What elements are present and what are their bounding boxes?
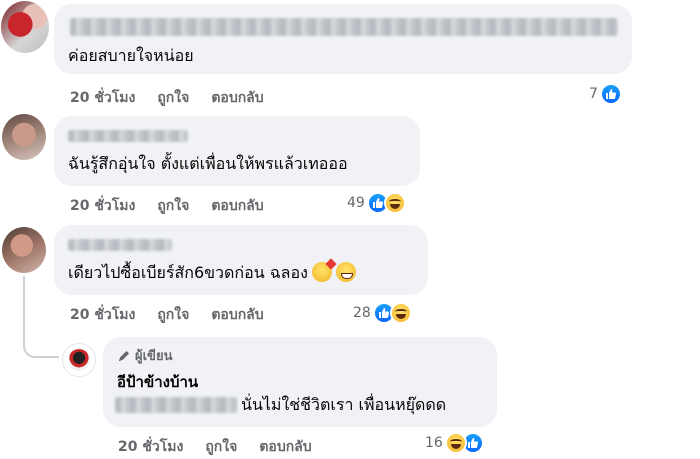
comment-bubble: เดียวไปซื้อเบียร์สัก6ขวดก่อน ฉลอง [54,225,428,295]
comment-bubble: ค่อยสบายใจหน่อย [54,4,632,74]
haha-icon [383,192,406,214]
comment-actions: 20 ชั่วโมง ถูกใจ ตอบกลับ [70,87,286,109]
like-action[interactable]: ถูกใจ [157,87,189,109]
author-logo-icon [68,349,90,371]
author-avatar[interactable] [62,343,96,377]
reply-text: นั่นไม่ใช่ชีวิตเรา เพื่อนหยุ๊ดดด [241,395,447,414]
haha-icon [389,302,412,324]
reply-action[interactable]: ตอบกลับ [259,436,311,458]
commenter-avatar[interactable] [1,1,49,53]
reply-bubble: ผู้เขียน อีป้าข้างบ้าน นั่นไม่ใช่ชีวิตเร… [103,337,497,427]
reaction-count: 16 [425,435,443,451]
comment-time[interactable]: 20 ชั่วโมง [70,195,135,217]
like-action[interactable]: ถูกใจ [157,304,189,326]
commenter-avatar[interactable] [2,227,46,273]
comment-time[interactable]: 20 ชั่วโมง [70,87,135,109]
blurred-commenter-name [68,239,172,251]
like-action[interactable]: ถูกใจ [205,436,237,458]
reply-actions: 20 ชั่วโมง ถูกใจ ตอบกลับ [118,436,334,458]
haha-icon [444,432,467,454]
comment-bubble: ฉันรู้สึกอุ่นใจ ตั้งแต่เพื่อนให้พรแล้วเท… [54,116,420,186]
author-badge-row: ผู้เขียน [117,345,172,366]
comment-text-line: เดียวไปซื้อเบียร์สัก6ขวดก่อน ฉลอง [68,262,356,283]
comment-text: เดียวไปซื้อเบียร์สัก6ขวดก่อน ฉลอง [68,263,308,282]
comment-text: ฉันรู้สึกอุ่นใจ ตั้งแต่เพื่อนให้พรแล้วเท… [68,154,348,173]
author-badge: ผู้เขียน [135,349,173,364]
like-icon [599,83,622,105]
reply-action[interactable]: ตอบกลับ [211,195,263,217]
reaction-count: 7 [589,86,598,102]
reply-action[interactable]: ตอบกลับ [211,87,263,109]
comment-text: ค่อยสบายใจหน่อย [68,46,194,65]
grinning-face-emoji [335,262,356,282]
commenter-avatar[interactable] [2,114,46,160]
comment-time[interactable]: 20 ชั่วโมง [70,304,135,326]
reply-author-name[interactable]: อีป้าข้างบ้าน [117,370,198,394]
reaction-summary[interactable]: 49 [347,192,406,214]
reaction-summary[interactable]: 16 [425,432,484,454]
reply-action[interactable]: ตอบกลับ [211,304,263,326]
like-action[interactable]: ถูกใจ [157,195,189,217]
reply-thread-connector [23,276,59,358]
blurred-mentioned-name [115,397,237,413]
reaction-count: 49 [347,195,365,211]
comment-actions: 20 ชั่วโมง ถูกใจ ตอบกลับ [70,195,286,217]
comment-actions: 20 ชั่วโมง ถูกใจ ตอบกลับ [70,304,286,326]
comment-time[interactable]: 20 ชั่วโมง [118,436,183,458]
reaction-summary[interactable]: 28 [353,302,412,324]
reaction-summary[interactable]: 7 [589,83,622,105]
partying-face-emoji [311,262,332,282]
reaction-count: 28 [353,305,371,321]
pen-icon [119,350,129,361]
blurred-commenter-name [70,18,618,36]
blurred-commenter-name [68,130,188,142]
